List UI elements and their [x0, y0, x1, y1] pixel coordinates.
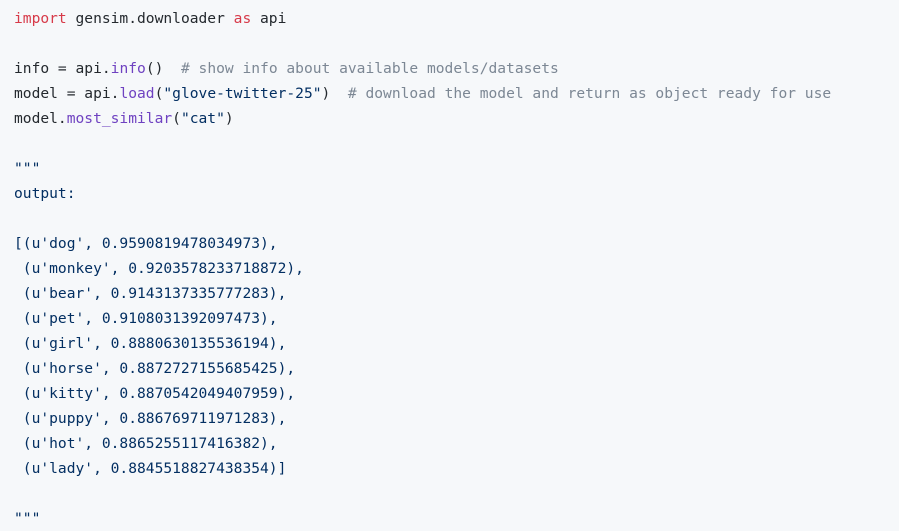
- code-line-6-blank: [14, 131, 899, 156]
- code-block[interactable]: import gensim.downloader as api info = a…: [0, 0, 899, 527]
- code-line-4: model = api.load("glove-twitter-25") # d…: [14, 81, 899, 106]
- code-line-20-blank: [14, 481, 899, 506]
- keyword-as: as: [233, 10, 252, 27]
- code-line-3: info = api.info() # show info about avai…: [14, 56, 899, 81]
- info-assignment: info = api.: [14, 60, 111, 77]
- info-function-name: info: [110, 60, 146, 77]
- most-similar-close-paren: ): [224, 110, 234, 127]
- keyword-import: import: [14, 10, 67, 27]
- code-line-2-blank: [14, 31, 899, 56]
- code-content[interactable]: import gensim.downloader as api info = a…: [14, 6, 899, 531]
- output-line: [(u'dog', 0.9590819478034973),: [14, 235, 278, 252]
- docstring-output-label: output:: [14, 185, 76, 202]
- output-line: (u'hot', 0.8865255117416382),: [14, 435, 278, 452]
- alias-name: api: [251, 10, 287, 27]
- comment-info: # show info about available models/datas…: [163, 60, 559, 77]
- load-function-name: load: [119, 85, 155, 102]
- model-assignment: model = api.: [14, 85, 120, 102]
- code-line-9-blank: [14, 206, 899, 231]
- output-line: (u'bear', 0.9143137335777283),: [14, 285, 287, 302]
- docstring-close-quotes: """: [14, 510, 41, 527]
- info-call-parens: (): [145, 60, 164, 77]
- query-word-string: "cat": [180, 110, 225, 127]
- output-line: (u'puppy', 0.886769711971283),: [14, 410, 287, 427]
- model-reference: model.: [14, 110, 67, 127]
- output-line: (u'horse', 0.8872727155685425),: [14, 360, 296, 377]
- output-line: (u'kitty', 0.8870542049407959),: [14, 385, 296, 402]
- code-line-5: model.most_similar("cat"): [14, 106, 899, 131]
- comment-load: # download the model and return as objec…: [330, 85, 832, 102]
- most-similar-open-paren: (: [172, 110, 181, 127]
- code-line-1: import gensim.downloader as api: [14, 6, 899, 31]
- module-name: gensim.downloader: [66, 10, 234, 27]
- model-name-string: "glove-twitter-25": [163, 85, 322, 102]
- docstring-open-quotes: """: [14, 160, 41, 177]
- output-line: (u'girl', 0.8880630135536194),: [14, 335, 287, 352]
- most-similar-function-name: most_similar: [66, 110, 173, 127]
- output-line: (u'pet', 0.9108031392097473),: [14, 310, 278, 327]
- output-line: (u'monkey', 0.9203578233718872),: [14, 260, 304, 277]
- output-line: (u'lady', 0.8845518827438354)]: [14, 460, 287, 477]
